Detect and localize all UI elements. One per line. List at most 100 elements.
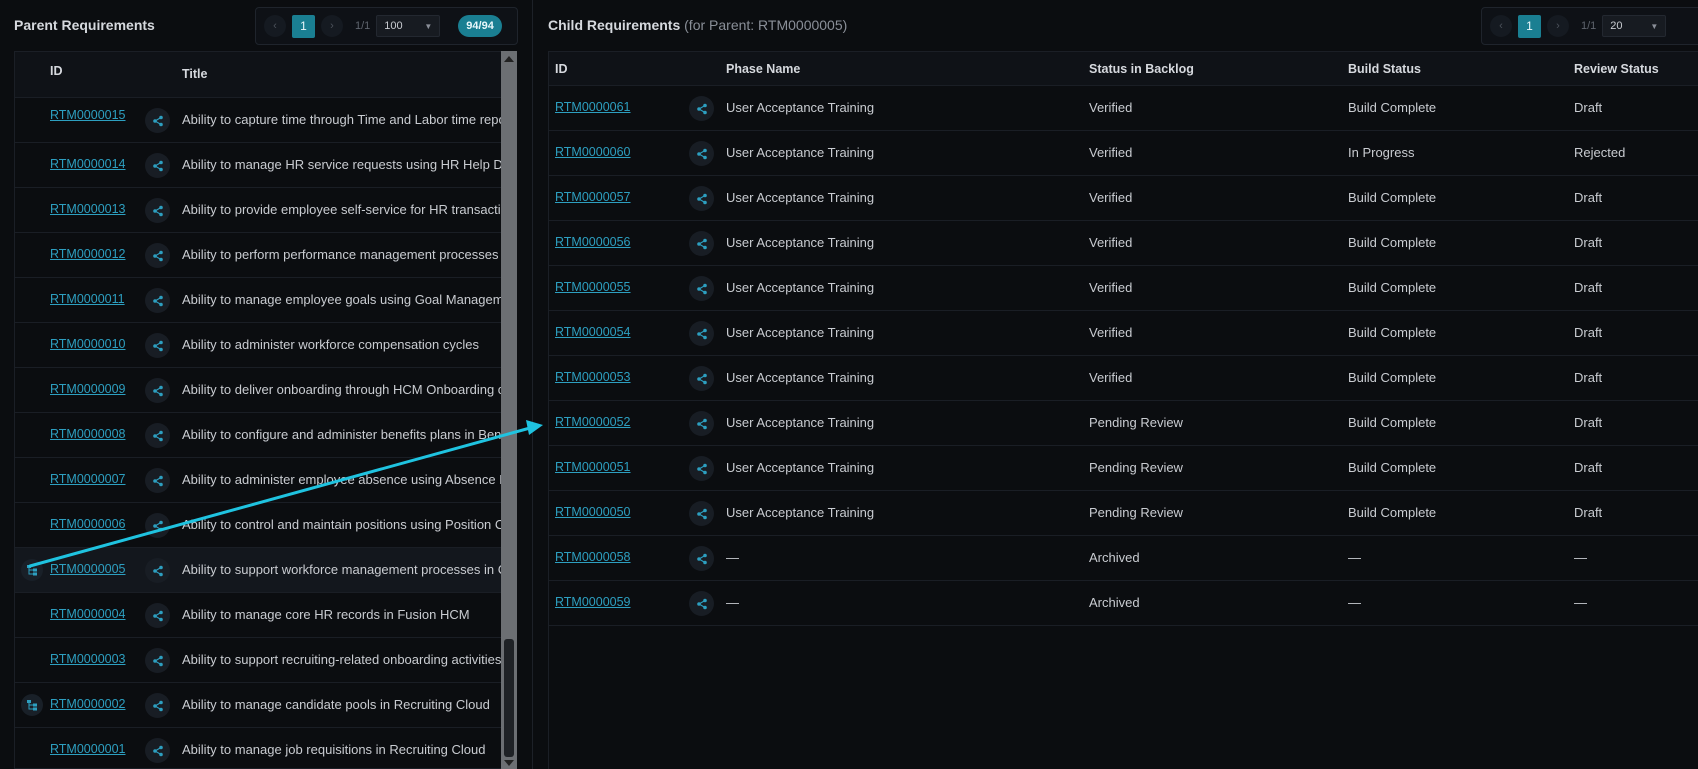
requirement-id-link[interactable]: RTM0000060 (555, 145, 631, 159)
table-row[interactable]: RTM0000001 Ability to manage job requisit… (15, 728, 501, 768)
requirement-id-link[interactable]: RTM0000052 (555, 415, 631, 429)
requirement-id-link[interactable]: RTM0000012 (50, 247, 126, 261)
pane-divider[interactable] (532, 0, 533, 769)
share-icon[interactable] (689, 411, 714, 436)
prev-page-button[interactable]: ‹ (1490, 15, 1512, 37)
share-icon[interactable] (145, 333, 170, 358)
share-icon[interactable] (689, 231, 714, 256)
table-row[interactable]: RTM0000006 Ability to control and maintai… (15, 503, 501, 548)
table-row[interactable]: RTM0000011 Ability to manage employee goa… (15, 278, 501, 323)
share-icon[interactable] (145, 693, 170, 718)
column-header-id[interactable]: ID (555, 62, 568, 76)
share-icon[interactable] (145, 378, 170, 403)
requirement-id-link[interactable]: RTM0000055 (555, 280, 631, 294)
table-row[interactable]: RTM0000057 User Acceptance Training Verifi… (549, 176, 1698, 221)
hierarchy-icon[interactable] (21, 559, 43, 581)
table-row[interactable]: RTM0000015 Ability to capture time throug… (15, 98, 501, 143)
table-row[interactable]: RTM0000054 User Acceptance Training Verifi… (549, 311, 1698, 356)
share-icon[interactable] (145, 603, 170, 628)
share-icon[interactable] (145, 423, 170, 448)
requirement-id-link[interactable]: RTM0000057 (555, 190, 631, 204)
share-icon[interactable] (145, 108, 170, 133)
requirement-id-link[interactable]: RTM0000053 (555, 370, 631, 384)
table-row[interactable]: RTM0000055 User Acceptance Training Verifi… (549, 266, 1698, 311)
requirement-id-link[interactable]: RTM0000051 (555, 460, 631, 474)
requirement-id-link[interactable]: RTM0000002 (50, 697, 126, 711)
scrollbar-thumb[interactable] (504, 639, 514, 757)
requirement-id-link[interactable]: RTM0000061 (555, 100, 631, 114)
table-row[interactable]: RTM0000051 User Acceptance Training Pendin… (549, 446, 1698, 491)
prev-page-button[interactable]: ‹ (264, 15, 286, 37)
table-row[interactable]: RTM0000009 Ability to deliver onboarding … (15, 368, 501, 413)
share-icon[interactable] (689, 501, 714, 526)
current-page-button[interactable]: 1 (292, 14, 315, 38)
requirement-id-link[interactable]: RTM0000013 (50, 202, 126, 216)
scroll-down-arrow[interactable] (504, 760, 514, 766)
column-header-build-status[interactable]: Build Status (1348, 62, 1421, 76)
requirement-id-link[interactable]: RTM0000010 (50, 337, 126, 351)
requirement-id-link[interactable]: RTM0000015 (50, 108, 126, 122)
column-header-status-in-backlog[interactable]: Status in Backlog (1089, 62, 1194, 76)
share-icon[interactable] (689, 321, 714, 346)
column-header-review-status[interactable]: Review Status (1574, 62, 1659, 76)
requirement-id-link[interactable]: RTM0000009 (50, 382, 126, 396)
scroll-up-arrow[interactable] (504, 56, 514, 62)
share-icon[interactable] (145, 243, 170, 268)
share-icon[interactable] (145, 468, 170, 493)
page-size-select[interactable]: 100 ▼ (376, 15, 441, 37)
table-row[interactable]: RTM0000058 — Archived — — (549, 536, 1698, 581)
share-icon[interactable] (145, 738, 170, 763)
next-page-button[interactable]: › (321, 15, 343, 37)
table-row[interactable]: RTM0000013 Ability to provide employee se… (15, 188, 501, 233)
table-row[interactable]: RTM0000002 Ability to manage candidate po… (15, 683, 501, 728)
requirement-id-link[interactable]: RTM0000004 (50, 607, 126, 621)
share-icon[interactable] (689, 141, 714, 166)
requirement-id-link[interactable]: RTM0000001 (50, 742, 126, 756)
requirement-id-link[interactable]: RTM0000058 (555, 550, 631, 564)
current-page-button[interactable]: 1 (1518, 14, 1541, 38)
table-row[interactable]: RTM0000053 User Acceptance Training Verifi… (549, 356, 1698, 401)
share-icon[interactable] (145, 288, 170, 313)
share-icon[interactable] (689, 96, 714, 121)
table-row[interactable]: RTM0000012 Ability to perform performance… (15, 233, 501, 278)
requirement-id-link[interactable]: RTM0000056 (555, 235, 631, 249)
table-row[interactable]: RTM0000010 Ability to administer workforc… (15, 323, 501, 368)
share-icon[interactable] (689, 546, 714, 571)
table-row[interactable]: RTM0000005 Ability to support workforce m… (15, 548, 501, 593)
requirement-id-link[interactable]: RTM0000059 (555, 595, 631, 609)
table-row[interactable]: RTM0000008 Ability to configure and admin… (15, 413, 501, 458)
parent-scrollbar[interactable] (501, 51, 517, 769)
share-icon[interactable] (689, 456, 714, 481)
table-row[interactable]: RTM0000004 Ability to manage core HR reco… (15, 593, 501, 638)
table-row[interactable]: RTM0000059 — Archived — — (549, 581, 1698, 626)
requirement-id-link[interactable]: RTM0000005 (50, 562, 126, 576)
requirement-id-link[interactable]: RTM0000008 (50, 427, 126, 441)
share-icon[interactable] (145, 153, 170, 178)
column-header-id[interactable]: ID (50, 64, 63, 78)
page-size-select[interactable]: 20 ▼ (1602, 15, 1667, 37)
share-icon[interactable] (145, 513, 170, 538)
share-icon[interactable] (145, 558, 170, 583)
table-row[interactable]: RTM0000007 Ability to administer employee… (15, 458, 501, 503)
table-row[interactable]: RTM0000060 User Acceptance Training Verifi… (549, 131, 1698, 176)
share-icon[interactable] (145, 198, 170, 223)
share-icon[interactable] (689, 366, 714, 391)
table-row[interactable]: RTM0000061 User Acceptance Training Verifi… (549, 86, 1698, 131)
next-page-button[interactable]: › (1547, 15, 1569, 37)
table-row[interactable]: RTM0000052 User Acceptance Training Pendin… (549, 401, 1698, 446)
table-row[interactable]: RTM0000003 Ability to support recruiting-… (15, 638, 501, 683)
requirement-id-link[interactable]: RTM0000007 (50, 472, 126, 486)
requirement-id-link[interactable]: RTM0000050 (555, 505, 631, 519)
requirement-id-link[interactable]: RTM0000014 (50, 157, 126, 171)
share-icon[interactable] (689, 591, 714, 616)
share-icon[interactable] (689, 276, 714, 301)
share-icon[interactable] (689, 186, 714, 211)
requirement-id-link[interactable]: RTM0000011 (50, 292, 125, 306)
requirement-id-link[interactable]: RTM0000003 (50, 652, 126, 666)
share-icon[interactable] (145, 648, 170, 673)
requirement-id-link[interactable]: RTM0000006 (50, 517, 126, 531)
hierarchy-icon[interactable] (21, 694, 43, 716)
table-row[interactable]: RTM0000014 Ability to manage HR service r… (15, 143, 501, 188)
column-header-phase-name[interactable]: Phase Name (726, 62, 800, 76)
requirement-id-link[interactable]: RTM0000054 (555, 325, 631, 339)
